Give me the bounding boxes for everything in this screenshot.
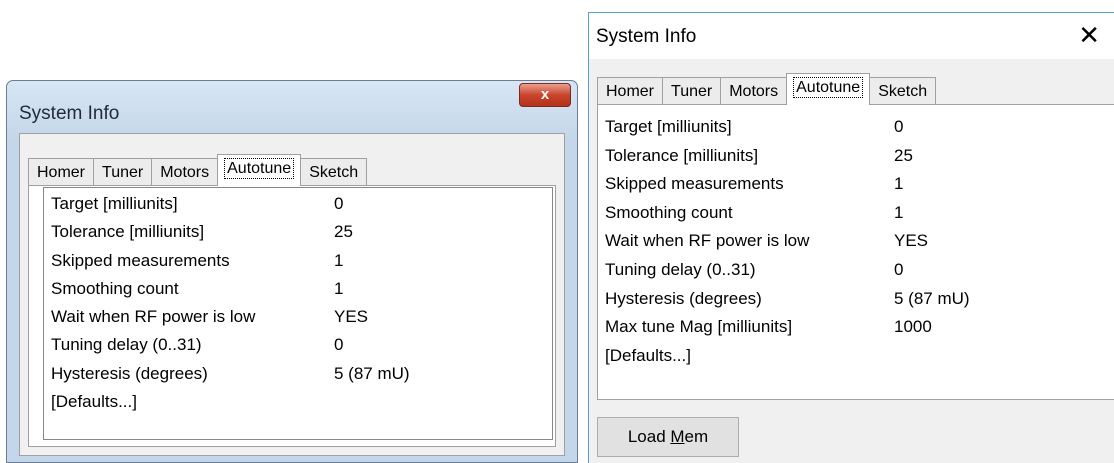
list-item[interactable]: Tuning delay (0..31) 0 [598, 256, 1114, 285]
close-icon: x [540, 86, 550, 103]
setting-value: 0 [894, 117, 904, 136]
setting-value: 1 [894, 174, 904, 194]
setting-value: 25 [334, 222, 353, 242]
setting-label: Tolerance [milliunits] [605, 145, 759, 165]
close-button[interactable]: x [519, 83, 571, 107]
tab-homer[interactable]: Homer [28, 158, 94, 186]
list-item[interactable]: Wait when RF power is low YES [44, 303, 552, 331]
setting-value: 5 (87 mU) [894, 288, 970, 308]
tab-autotune-label: Autotune [224, 158, 295, 179]
tab-page-autotune: Target [milliunits] 0 Tolerance [milliuni… [597, 104, 1114, 400]
setting-label: Target [milliunits] [605, 117, 732, 136]
tab-autotune-label: Autotune [793, 77, 864, 98]
setting-label: Skipped measurements [605, 174, 784, 194]
list-item[interactable]: Tolerance [milliunits] 25 [598, 142, 1114, 171]
list-item[interactable]: Skipped measurements 1 [44, 247, 552, 275]
list-item[interactable]: Skipped measurements 1 [598, 170, 1114, 199]
tab-motors[interactable]: Motors [151, 158, 218, 186]
setting-value: 1 [894, 202, 904, 222]
tab-sketch[interactable]: Sketch [300, 158, 368, 186]
tab-tuner[interactable]: Tuner [93, 158, 152, 186]
dialog-client-area: Homer Tuner Motors Autotune Sketch Targe… [589, 59, 1114, 463]
settings-listbox[interactable]: Target [milliunits] 0 Tolerance [milliuni… [43, 187, 553, 440]
list-item[interactable]: [Defaults...] [598, 342, 1114, 371]
defaults-link[interactable]: [Defaults...] [605, 342, 691, 370]
setting-value: 1 [334, 278, 344, 298]
window-title: System Info [596, 26, 697, 47]
setting-label: Skipped measurements [51, 250, 230, 270]
setting-value: 1000 [894, 317, 932, 337]
setting-label: Tuning delay (0..31) [605, 259, 756, 279]
list-item[interactable]: Tuning delay (0..31) 0 [44, 331, 552, 359]
list-item[interactable]: Smoothing count 1 [598, 199, 1114, 228]
tab-autotune[interactable]: Autotune [786, 73, 871, 105]
tab-homer[interactable]: Homer [597, 77, 663, 105]
dialog-client-area: Homer Tuner Motors Autotune Sketch Targe… [19, 133, 565, 456]
button-label-post: em [684, 427, 709, 446]
system-info-window-win10: System Info ✕ Homer Tuner Motors Autotun… [588, 12, 1114, 463]
title-bar: System Info ✕ [589, 13, 1114, 59]
setting-value: 0 [334, 194, 344, 213]
setting-value: 0 [334, 335, 344, 355]
button-label-mnemonic: M [670, 427, 685, 446]
list-item[interactable]: [Defaults...] [44, 388, 552, 416]
setting-value: 0 [894, 259, 904, 279]
settings-listbox[interactable]: Target [milliunits] 0 Tolerance [milliuni… [598, 105, 1114, 399]
setting-value: 1 [334, 250, 344, 270]
tab-autotune[interactable]: Autotune [217, 154, 302, 186]
setting-value: 25 [894, 145, 913, 165]
tab-strip: Homer Tuner Motors Autotune Sketch [28, 154, 368, 186]
setting-label: Smoothing count [605, 202, 733, 222]
tab-sketch[interactable]: Sketch [869, 77, 937, 105]
close-button[interactable]: ✕ [1078, 19, 1100, 51]
list-item[interactable]: Tolerance [milliunits] 25 [44, 218, 552, 246]
list-item[interactable]: Max tune Mag [milliunits] 1000 [598, 313, 1114, 342]
system-info-window-win7: System Info x Homer Tuner Motors Autotun… [6, 80, 578, 463]
list-item[interactable]: Wait when RF power is low YES [598, 227, 1114, 256]
setting-label: Target [milliunits] [51, 194, 178, 213]
setting-label: Tuning delay (0..31) [51, 335, 202, 355]
tab-page-autotune: Target [milliunits] 0 Tolerance [milliuni… [28, 185, 556, 447]
window-title: System Info [19, 103, 120, 124]
list-item[interactable]: Target [milliunits] 0 [44, 190, 552, 218]
list-item[interactable]: Smoothing count 1 [44, 275, 552, 303]
setting-label: Tolerance [milliunits] [51, 222, 205, 242]
setting-label: Hysteresis (degrees) [51, 363, 208, 383]
setting-value: 5 (87 mU) [334, 363, 410, 383]
list-item[interactable]: Target [milliunits] 0 [598, 113, 1114, 142]
setting-label: Wait when RF power is low [51, 307, 256, 327]
close-icon: ✕ [1078, 20, 1100, 50]
list-item[interactable]: Hysteresis (degrees) 5 (87 mU) [598, 285, 1114, 314]
tab-motors[interactable]: Motors [720, 77, 787, 105]
setting-label: Smoothing count [51, 278, 179, 298]
tab-strip: Homer Tuner Motors Autotune Sketch [597, 73, 937, 105]
setting-label: Wait when RF power is low [605, 231, 810, 251]
button-label-pre: Load [627, 427, 671, 446]
list-item[interactable]: Hysteresis (degrees) 5 (87 mU) [44, 360, 552, 388]
setting-value: YES [334, 307, 369, 327]
load-mem-button[interactable]: Load Mem [597, 417, 739, 457]
tab-tuner[interactable]: Tuner [662, 77, 721, 105]
setting-label: Hysteresis (degrees) [605, 288, 762, 308]
setting-value: YES [894, 231, 929, 251]
defaults-link[interactable]: [Defaults...] [51, 388, 137, 416]
setting-label: Max tune Mag [milliunits] [605, 317, 793, 337]
